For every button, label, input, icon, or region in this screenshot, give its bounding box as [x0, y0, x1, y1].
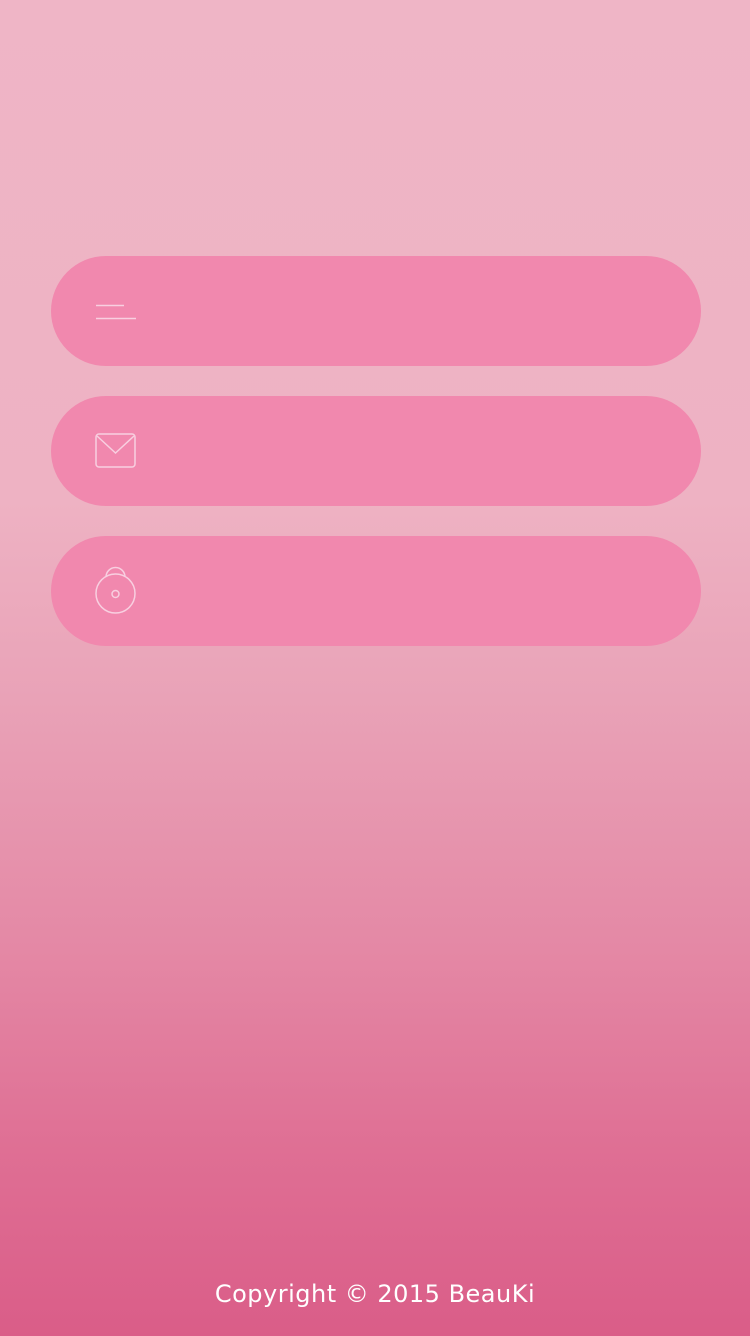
email-input[interactable] [171, 421, 665, 483]
name-lines-icon [96, 304, 136, 320]
username-field[interactable] [51, 256, 701, 366]
copyright-text: Copyright © 2015 BeauKi [214, 1280, 536, 1308]
email-field[interactable] [51, 396, 701, 506]
password-input[interactable] [171, 561, 665, 623]
password-field[interactable] [51, 536, 701, 646]
envelope-icon [95, 433, 136, 468]
lock-icon [95, 566, 136, 614]
username-input[interactable] [171, 281, 665, 343]
